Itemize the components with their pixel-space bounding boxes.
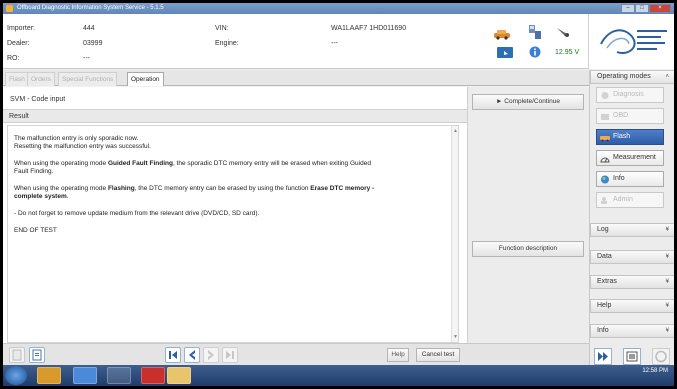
chevron-down-icon: ¥ [665,254,669,260]
title-bar: Offboard Diagnostic Information System S… [3,3,674,14]
forward-icon[interactable] [594,348,612,365]
engine-label: Engine: [215,40,239,47]
app-icon [6,5,13,12]
admin-icon [601,197,607,204]
clock: 12:58 PM [642,368,668,374]
chevron-up-icon: ˄ [665,74,669,80]
scroll-down-icon[interactable]: ▼ [453,334,458,340]
section-extras[interactable]: Extras ¥ [590,275,674,289]
importer-label: Importer: [7,25,36,32]
mode-measurement[interactable]: Measurement [596,150,664,166]
dealer-value: 03999 [83,40,103,47]
result-text-panel[interactable]: The malfunction entry is only sporadic n… [7,125,459,343]
section-log[interactable]: Log ¥ [590,223,674,237]
tab-orders[interactable]: Orders [27,72,55,86]
mode-flash[interactable]: Flash [596,129,664,145]
window-title: Offboard Diagnostic Information System S… [17,5,164,11]
network-icon [529,25,541,39]
message-line: The malfunction entry is only sporadic n… [14,135,139,142]
document-icon[interactable] [9,347,25,363]
next-page-icon[interactable] [203,347,219,363]
info-globe-icon [601,175,609,184]
taskbar-browser-icon[interactable] [73,367,97,384]
ro-value: --- [83,55,90,62]
battery-icon [497,47,513,58]
message-line: - Do not forget to remove update medium … [14,210,260,217]
result-label: Result [9,113,29,120]
engine-value: --- [331,40,338,47]
vertical-scrollbar[interactable]: ▲ ▼ [451,126,458,342]
taskbar-folder-icon[interactable] [167,367,191,384]
operating-modes-sidebar: Operating modes ˄ Diagnosis OBD Flash Me… [589,70,674,365]
section-data[interactable]: Data ¥ [590,250,674,264]
message-line: Resetting the malfunction entry was succ… [14,143,151,150]
section-help[interactable]: Help ¥ [590,299,674,313]
exit-icon[interactable] [652,348,670,365]
help-button[interactable]: Help [387,348,409,362]
window-controls: – □ × [621,4,671,13]
message-paragraph: When using the operating mode Flashing, … [14,185,375,192]
sidebar-bottom-controls [590,348,674,365]
result-bar: Result [3,109,467,123]
voltage-readout: 12.95 V [555,49,580,56]
mode-obd[interactable]: OBD [596,108,664,124]
tab-operation[interactable]: Operation [127,72,164,86]
chevron-down-icon: ¥ [665,227,669,233]
last-page-icon[interactable] [222,347,238,363]
meter-icon [600,157,610,163]
status-icons: 12.95 V [489,22,583,62]
tab-bar: Flash Orders Special Functions Operation [3,70,589,86]
action-column: ► Complete/Continue Function description [467,87,589,343]
tab-special-functions[interactable]: Special Functions [58,72,118,86]
main-panel: SVM - Code input Result The malfunction … [3,87,467,343]
flash-car-icon [600,136,610,142]
stethoscope-icon [601,92,609,99]
close-button[interactable]: × [649,4,671,13]
section-info[interactable]: Info ¥ [590,324,674,338]
message-paragraph: When using the operating mode Guided Fau… [14,160,371,167]
start-button-icon[interactable] [5,366,27,385]
info-icon [529,46,541,58]
taskbar-app-icon[interactable] [107,367,131,384]
os-taskbar: 12:58 PM [3,365,674,386]
end-of-test-label: END OF TEST [14,227,57,234]
taskbar-app-icon[interactable] [37,367,61,384]
chevron-down-icon: ¥ [665,303,669,309]
vin-label: VIN: [215,25,229,32]
screen: Offboard Diagnostic Information System S… [3,3,674,386]
tab-flash[interactable]: Flash [5,72,29,86]
mode-admin[interactable]: Admin [596,192,664,208]
previous-page-icon[interactable] [184,347,200,363]
window-icon[interactable] [623,348,641,365]
mode-info[interactable]: Info [596,171,664,187]
chevron-down-icon: ¥ [665,328,669,334]
vehicle-header: Importer: 444 Dealer: 03999 RO: --- VIN:… [3,14,674,69]
importer-value: 444 [83,25,95,32]
obd-icon [601,114,609,120]
print-document-icon[interactable] [29,347,45,363]
satellite-icon [557,28,569,37]
mode-diagnosis[interactable]: Diagnosis [596,87,664,103]
maximize-button[interactable]: □ [635,4,649,13]
page-title: SVM - Code input [10,96,66,103]
brand-logo [588,14,674,69]
cancel-test-button[interactable]: Cancel test [416,348,460,362]
operating-modes-header[interactable]: Operating modes ˄ [590,70,674,84]
chevron-down-icon: ¥ [665,279,669,285]
minimize-button[interactable]: – [621,4,635,13]
message-line: complete system. [14,193,69,200]
scroll-up-icon[interactable]: ▲ [453,128,458,134]
message-line: Fault Finding. [14,168,54,175]
first-page-icon[interactable] [165,347,181,363]
ro-label: RO: [7,55,20,62]
dealer-label: Dealer: [7,40,30,47]
vin-value: WA1LAAF7 1HD011690 [331,25,407,32]
function-description-button[interactable]: Function description [472,241,584,257]
complete-continue-button[interactable]: ► Complete/Continue [472,94,584,110]
taskbar-pdf-icon[interactable] [141,367,165,384]
bottom-toolbar: Help Cancel test [3,343,589,365]
car-icon [494,30,510,40]
